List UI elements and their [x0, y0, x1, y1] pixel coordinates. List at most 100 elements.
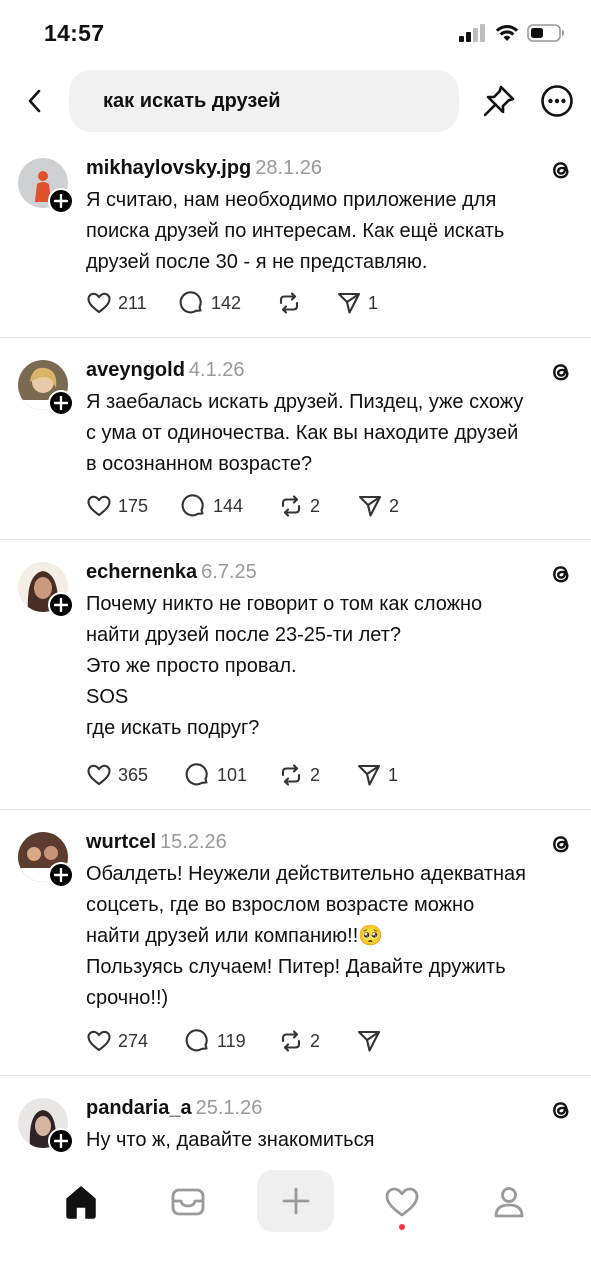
repost-icon [281, 495, 301, 517]
nav-profile[interactable] [479, 1172, 539, 1232]
pin-icon [483, 85, 515, 117]
heart-icon [87, 1030, 111, 1052]
inbox-icon [171, 1188, 205, 1216]
username[interactable]: pandaria_a [86, 1097, 192, 1119]
battery-icon [527, 24, 564, 42]
post-card[interactable]: aveyngold 4.1.26 Я заебалась искать друзе… [0, 338, 591, 540]
repost-icon [281, 1030, 301, 1052]
username[interactable]: echernenka [86, 561, 197, 583]
share-button[interactable]: 2 [357, 493, 399, 519]
post-text-line: Я считаю, нам необходимо приложение для [86, 189, 497, 211]
nav-activity[interactable] [372, 1172, 432, 1232]
like-count: 211 [118, 292, 147, 313]
post-header: pandaria_a 25.1.26 [86, 1097, 262, 1120]
post-card[interactable]: wurtcel 15.2.26 Обалдеть! Неужели действи… [0, 810, 591, 1076]
post-text: Я заебалась искать друзей. Пиздец, уже с… [86, 387, 576, 480]
post-text: Обалдеть! Неужели действительно адекватн… [86, 859, 576, 1014]
heart-icon [87, 764, 111, 786]
share-button[interactable]: 1 [356, 762, 398, 788]
status-bar: 14:57 [0, 0, 591, 70]
follow-plus-button[interactable] [48, 188, 74, 214]
send-icon [337, 292, 361, 314]
like-count: 175 [118, 495, 149, 516]
more-options-button[interactable] [540, 84, 574, 118]
nav-home[interactable] [51, 1172, 111, 1232]
reply-button[interactable]: 144 [181, 493, 243, 519]
search-query-text: как искать друзей [103, 90, 281, 112]
reply-button[interactable]: 142 [179, 290, 241, 316]
username[interactable]: mikhaylovsky.jpg [86, 157, 251, 179]
chevron-left-icon [28, 89, 41, 113]
home-icon [66, 1186, 96, 1219]
back-button[interactable] [18, 84, 52, 118]
follow-plus-button[interactable] [48, 390, 74, 416]
reply-count: 101 [217, 764, 248, 785]
heart-icon [87, 292, 111, 314]
post-header: mikhaylovsky.jpg 28.1.26 [86, 157, 322, 180]
search-input[interactable]: как искать друзей [69, 70, 459, 132]
plus-icon [54, 598, 68, 612]
post-header: wurtcel 15.2.26 [86, 831, 227, 854]
follow-plus-button[interactable] [48, 592, 74, 618]
share-button[interactable] [356, 1028, 388, 1054]
comment-icon [181, 494, 204, 517]
post-header: aveyngold 4.1.26 [86, 359, 245, 382]
share-count: 1 [388, 764, 399, 785]
like-button[interactable]: 274 [86, 1028, 148, 1054]
profile-icon [494, 1187, 524, 1218]
threads-icon [553, 162, 569, 179]
repost-button[interactable]: 2 [278, 493, 320, 519]
status-icons [459, 24, 565, 42]
like-button[interactable]: 175 [86, 493, 148, 519]
post-date: 25.1.26 [195, 1097, 263, 1119]
reply-button[interactable]: 101 [185, 762, 247, 788]
repost-button[interactable]: 2 [278, 1028, 320, 1054]
repost-button[interactable] [276, 290, 308, 316]
post-date: 4.1.26 [188, 359, 245, 381]
threads-icon [553, 364, 569, 381]
reply-button[interactable]: 119 [185, 1028, 246, 1054]
nav-messages[interactable] [158, 1172, 218, 1232]
share-count: 1 [368, 292, 379, 313]
comment-icon [185, 763, 208, 786]
repost-button[interactable]: 2 [278, 762, 320, 788]
repost-count: 2 [310, 1030, 321, 1051]
more-options-icon [541, 85, 573, 117]
send-icon [358, 495, 382, 517]
post-text-line: найти друзей или компанию!!🥺 [86, 925, 384, 947]
post-card[interactable]: pandaria_a 25.1.26 Ну что ж, давайте знак… [0, 1076, 591, 1158]
repost-count: 2 [310, 764, 321, 785]
repost-count: 2 [310, 495, 321, 516]
like-button[interactable]: 211 [86, 290, 147, 316]
follow-plus-button[interactable] [48, 1128, 74, 1154]
heart-icon [385, 1187, 419, 1217]
follow-plus-button[interactable] [48, 862, 74, 888]
post-text-line: Пользуясь случаем! Питер! Давайте дружит… [86, 956, 506, 978]
share-button[interactable]: 1 [336, 290, 378, 316]
username[interactable]: aveyngold [86, 359, 185, 381]
post-date: 15.2.26 [160, 831, 227, 853]
post-text-line: в осознанном возрасте? [86, 453, 313, 475]
search-header: как искать друзей [0, 70, 591, 134]
post-card[interactable]: mikhaylovsky.jpg 28.1.26 Я считаю, нам не… [0, 146, 591, 338]
post-text: Ну что ж, давайте знакомиться [86, 1125, 576, 1156]
post-card[interactable]: echernenka 6.7.25 Почему никто не говорит… [0, 540, 591, 810]
post-text-line: где искать подруг? [86, 717, 260, 739]
post-header: echernenka 6.7.25 [86, 561, 257, 584]
post-text-line: Я заебалась искать друзей. Пиздец, уже с… [86, 391, 524, 413]
reply-count: 119 [217, 1030, 246, 1051]
pin-button[interactable] [480, 82, 518, 120]
plus-icon [54, 868, 68, 882]
like-button[interactable]: 365 [86, 762, 148, 788]
cellular-signal-icon [459, 24, 485, 42]
send-icon [357, 1030, 381, 1052]
post-text-line: Обалдеть! Неужели действительно адекватн… [86, 863, 527, 885]
like-count: 365 [118, 764, 149, 785]
like-count: 274 [118, 1030, 149, 1051]
nav-create-post[interactable] [257, 1170, 334, 1232]
username[interactable]: wurtcel [86, 831, 156, 853]
repost-icon [281, 764, 301, 786]
comment-icon [179, 291, 202, 314]
bottom-navigation [0, 1158, 591, 1280]
threads-icon [553, 1102, 569, 1119]
